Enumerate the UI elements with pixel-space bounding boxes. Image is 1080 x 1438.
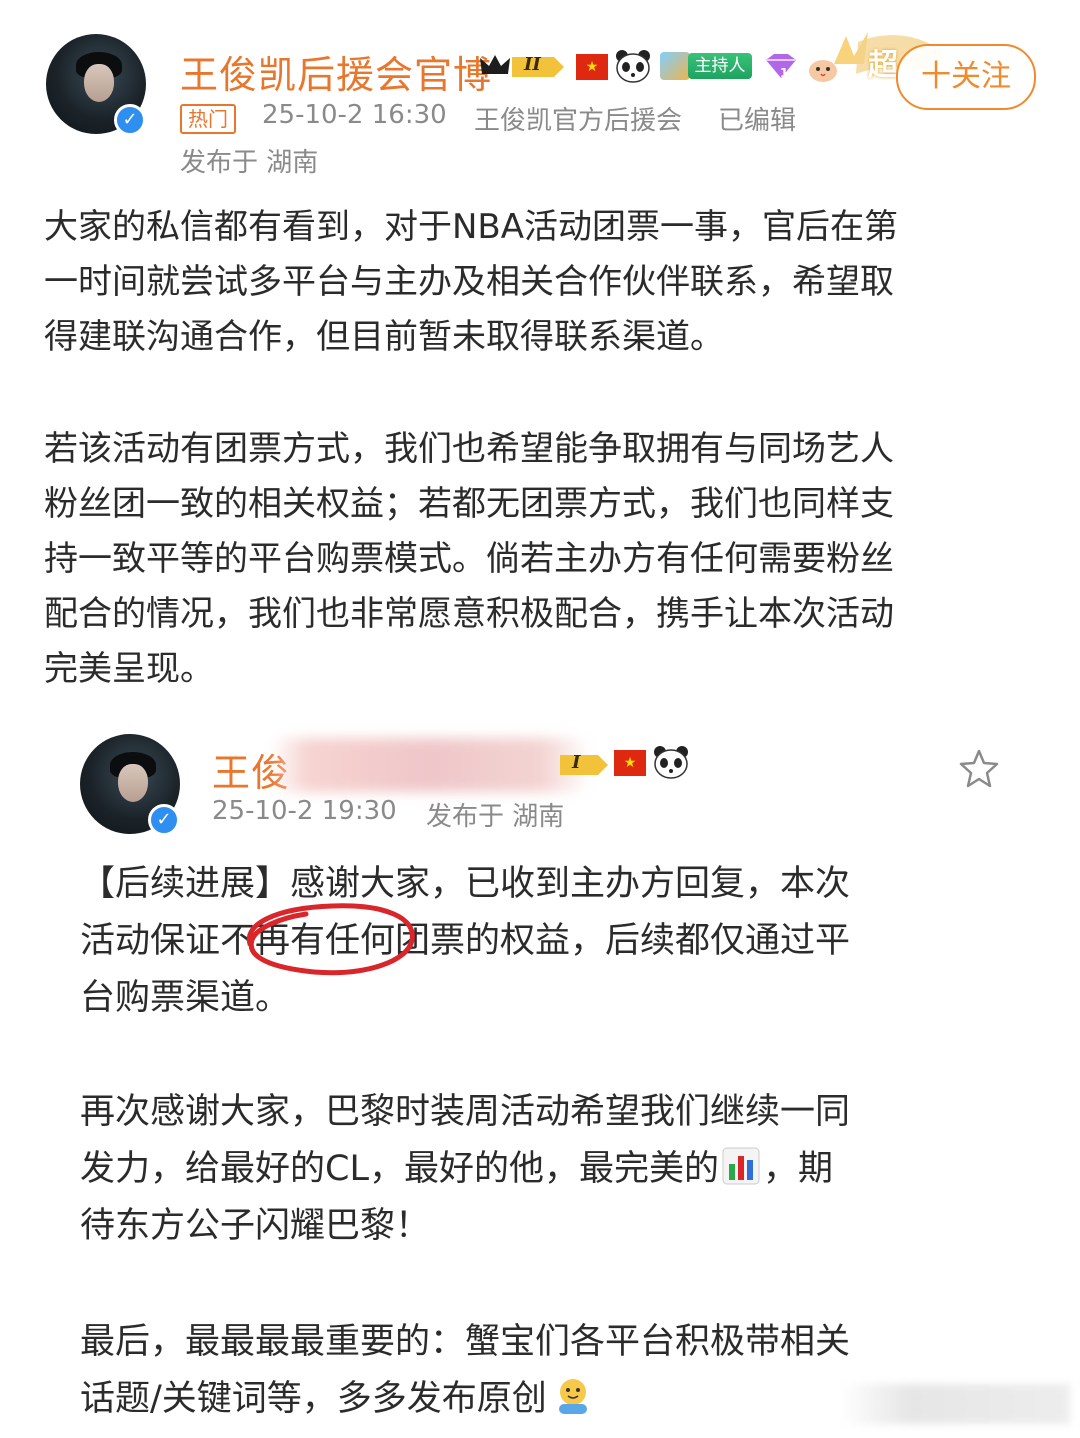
repost-badge-level: I xyxy=(572,752,581,773)
post-line: 持一致平等的平台购票模式。倘若主办方有任何需要粉丝 xyxy=(44,539,894,579)
post-line: 得建联沟通合作，但目前暂未取得联系渠道。 xyxy=(44,317,724,357)
repost-body-2: 再次感谢大家，巴黎时装周活动希望我们继续一同 发力，给最好的CL，最好的他，最完… xyxy=(80,1084,1040,1255)
panda-icon xyxy=(614,48,652,84)
repost-line: 待东方公子闪耀巴黎！ xyxy=(80,1206,431,1246)
post-line: 粉丝团一致的相关权益；若都无团票方式，我们也同样支 xyxy=(44,484,894,524)
post-location: 发布于 湖南 xyxy=(180,148,319,178)
panda-icon xyxy=(652,744,690,780)
host-badge-icon xyxy=(660,52,690,80)
china-flag-icon: ★ xyxy=(614,750,646,776)
repost-line: 再次感谢大家，巴黎时装周活动希望我们继续一同 xyxy=(80,1092,851,1132)
emoji-icon xyxy=(551,1376,595,1416)
repost-line: ，期 xyxy=(762,1149,833,1189)
host-badge-label: 主持人 xyxy=(688,53,752,79)
post-line: 配合的情况，我们也非常愿意积极配合，携手让本次活动 xyxy=(44,594,894,634)
author-avatar[interactable]: ✓ xyxy=(46,34,146,136)
vip-diamond-icon: 18 xyxy=(762,52,798,84)
crown-badge-icon: II xyxy=(478,52,566,82)
bottom-fade-overlay xyxy=(840,1384,1070,1424)
post-line: 一时间就尝试多平台与主办及相关合作伙伴联系，希望取 xyxy=(44,262,894,302)
post-line: 大家的私信都有看到，对于NBA活动团票一事，官后在第 xyxy=(44,207,899,247)
repost-timestamp: 25-10-2 19:30 xyxy=(212,796,397,826)
hot-tag[interactable]: 热门 xyxy=(180,104,236,134)
verified-icon: ✓ xyxy=(114,104,146,136)
vip-level-text: 18 xyxy=(780,66,797,80)
post-line: 完美呈现。 xyxy=(44,649,214,689)
super-fan-text: 超 xyxy=(868,48,898,83)
edited-label[interactable]: 已编辑 xyxy=(718,100,796,137)
repost-avatar[interactable]: ✓ xyxy=(80,734,180,836)
repost-line-with-emoji: 发力，给最好的CL，最好的他，最完美的 ，期 xyxy=(80,1141,1040,1198)
bar-chart-emoji-icon xyxy=(721,1146,761,1186)
post-body: 大家的私信都有看到，对于NBA活动团票一事，官后在第 一时间就尝试多平台与主办及… xyxy=(44,200,1044,365)
redaction-blur xyxy=(270,738,590,792)
china-flag-icon: ★ xyxy=(576,54,608,80)
crown-badge-level: II xyxy=(524,54,541,75)
follow-button[interactable]: 十关注 xyxy=(896,44,1036,110)
post-timestamp: 25-10-2 16:30 xyxy=(262,100,447,130)
post-body-2: 若该活动有团票方式，我们也希望能争取拥有与同场艺人 粉丝团一致的相关权益；若都无… xyxy=(44,422,1044,697)
crown-badge-icon: I xyxy=(560,750,610,780)
post-source[interactable]: 王俊凯官方后援会 xyxy=(474,100,682,137)
author-name[interactable]: 王俊凯后援会官博 xyxy=(180,44,492,99)
repost-line: 发力，给最好的CL，最好的他，最完美的 xyxy=(80,1149,719,1189)
repost-body: 【后续进展】感谢大家，已收到主办方回复，本次 活动保证不再有任何团票的权益，后续… xyxy=(80,856,1040,1027)
repost-line: 活动保证不再有任何团票的权益，后续都仅通过平 xyxy=(80,921,851,961)
post-line: 若该活动有团票方式，我们也希望能争取拥有与同场艺人 xyxy=(44,429,894,469)
repost-line: 话题/关键词等，多多发布原创 xyxy=(80,1379,547,1419)
star-icon[interactable] xyxy=(958,748,1000,788)
red-circle-annotation xyxy=(236,896,426,986)
repost-line: 【后续进展】感谢大家，已收到主办方回复，本次 xyxy=(80,864,851,904)
verified-icon: ✓ xyxy=(148,804,180,836)
repost-location: 发布于 湖南 xyxy=(426,802,565,832)
repost-line: 最后，最最最最重要的：蟹宝们各平台积极带相关 xyxy=(80,1322,851,1362)
repost-line: 台购票渠道。 xyxy=(80,978,291,1018)
